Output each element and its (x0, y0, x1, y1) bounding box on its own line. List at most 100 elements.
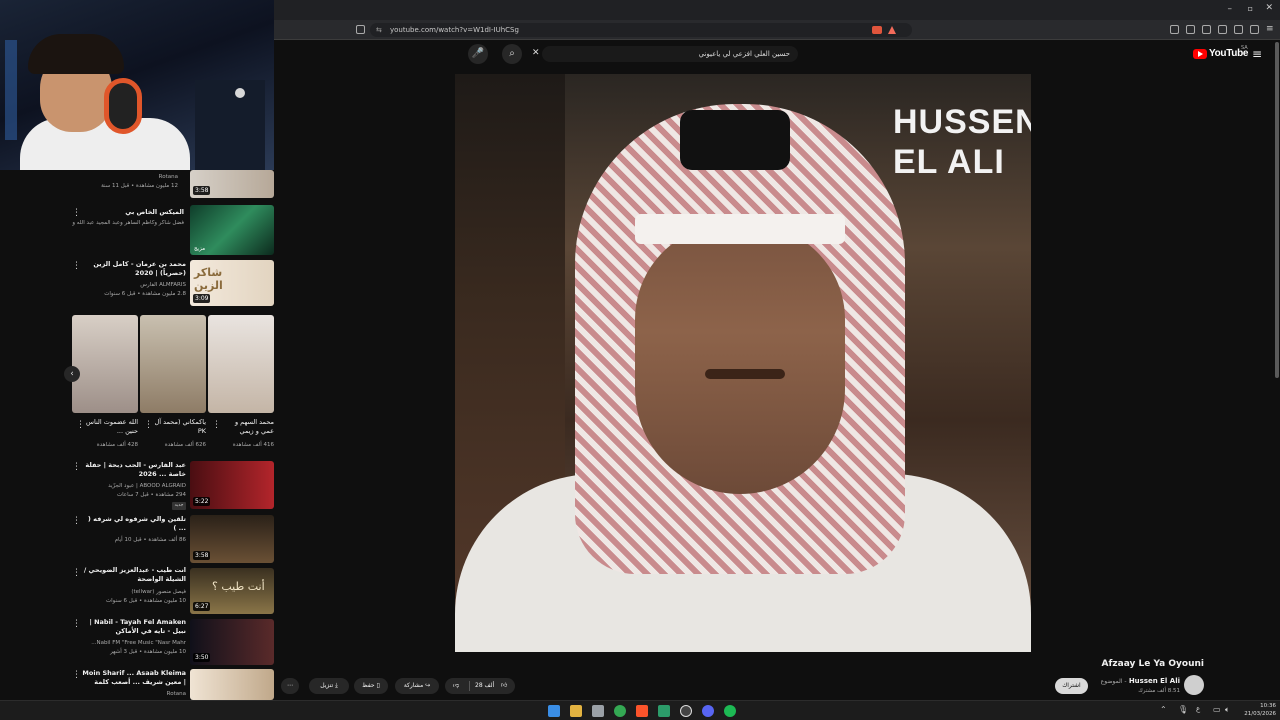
site-info-icon[interactable]: ⇆ (376, 23, 382, 37)
like-count[interactable]: 28 ألف (475, 678, 494, 694)
video-title[interactable]: Nabil - Tayah Fel Amaken | نبيل - تايه ف… (82, 618, 186, 636)
like-icon[interactable]: 👍︎ (501, 678, 507, 694)
dislike-icon[interactable]: 👎︎ (453, 678, 459, 694)
bookmark-save-icon: ▯ (376, 682, 380, 689)
short-menu-icon[interactable]: ⋮ (144, 420, 153, 430)
language-indicator[interactable]: ع (1196, 705, 1200, 713)
video-channel[interactable]: Nabil FM "Free Music "Nasr Mahr... (72, 639, 186, 647)
obs-icon[interactable] (680, 705, 692, 717)
save-button[interactable]: حفظ ▯ (354, 678, 388, 694)
video-channel[interactable]: ALMFARIS الفارس (82, 281, 186, 289)
store-icon[interactable] (592, 705, 604, 717)
network-icon[interactable]: ▭ (1213, 705, 1221, 714)
download-button[interactable]: تنزيل ⤓ (309, 678, 349, 694)
webcam-light (5, 40, 17, 140)
video-title[interactable]: محمد بن عرمان - كامل الزين (حصرياً) | 20… (82, 260, 186, 278)
page-scrollbar[interactable] (1275, 42, 1279, 378)
volume-icon[interactable]: 🔈︎ (1225, 705, 1230, 715)
file-explorer-icon[interactable] (570, 705, 582, 717)
video-menu-icon[interactable]: ⋮ (72, 516, 81, 526)
video-thumbnail[interactable]: 3:58 (190, 515, 274, 563)
tray-chevron-icon[interactable]: ⌃ (1160, 705, 1167, 714)
channel-name[interactable]: Hussen El Ali (1129, 677, 1180, 685)
short-thumbnail[interactable] (208, 315, 274, 413)
video-menu-icon[interactable]: ⋮ (72, 568, 81, 578)
video-title[interactable]: تلقين والي شرفوه لي شرفه ( ... ) (82, 515, 186, 533)
short-title[interactable]: محمد السهم و عمي و زيمي (220, 418, 274, 436)
short-thumbnail[interactable] (72, 315, 138, 413)
spotify-icon[interactable] (724, 705, 736, 717)
video-menu-icon[interactable]: ⋮ (72, 670, 81, 680)
webcam-hair (28, 34, 124, 74)
app-icon[interactable] (658, 705, 670, 717)
video-channel[interactable]: Rotana (82, 690, 186, 698)
webcam-background-object (195, 80, 265, 170)
short-thumbnail[interactable] (140, 315, 206, 413)
extension-icon[interactable] (1170, 25, 1179, 34)
video-thumbnail[interactable]: أنت طيب ؟ 6:27 (190, 568, 274, 614)
voice-search-button[interactable]: 🎤 (468, 44, 488, 64)
brave-shields-icon[interactable] (872, 26, 882, 34)
video-channel[interactable]: ABOOD ALGRAID | عبود الجرّيد (82, 482, 186, 490)
microphone-icon[interactable]: 🎙︎ (1178, 705, 1188, 714)
subscribe-button[interactable]: اشتراك (1055, 678, 1088, 694)
video-thumbnail[interactable]: 3:50 (190, 619, 274, 665)
video-overlay-title: HUSSEN EL ALI (893, 103, 1031, 181)
more-actions-button[interactable]: ⋯ (281, 678, 299, 694)
bookmark-icon[interactable] (356, 25, 365, 34)
restore-button[interactable]: ▫ (1248, 4, 1253, 13)
hamburger-menu-icon[interactable]: ≡ (1252, 47, 1262, 61)
channel-avatar[interactable] (1184, 675, 1204, 695)
video-duration: 5:22 (193, 497, 211, 506)
mix-badge: مزيج (194, 246, 206, 252)
search-input[interactable]: حسين العلي افزعي لي ياعيوني (542, 46, 798, 62)
sidebar-icon[interactable] (1202, 25, 1211, 34)
short-menu-icon[interactable]: ⋮ (76, 420, 85, 430)
short-menu-icon[interactable]: ⋮ (212, 420, 221, 430)
address-bar[interactable]: ⇆ youtube.com/watch?v=W1dI-IUhCSg (370, 23, 912, 37)
wallet-icon[interactable] (1218, 25, 1227, 34)
minimize-button[interactable]: – (1228, 4, 1233, 14)
webcam-overlay (0, 0, 274, 170)
brave-rewards-icon[interactable] (888, 26, 896, 34)
short-views: 428 ألف مشاهدة (96, 442, 138, 448)
video-thumbnail[interactable]: 5:22 (190, 461, 274, 509)
downloads-icon[interactable] (1234, 25, 1243, 34)
video-menu-icon[interactable]: ⋮ (72, 261, 81, 271)
clock[interactable]: 10:36 21/03/2026 (1240, 702, 1276, 718)
video-headband (635, 214, 845, 244)
video-frame[interactable]: HUSSEN EL ALI (455, 74, 1031, 652)
share-button[interactable]: مشاركة ↪ (395, 678, 439, 694)
windows-taskbar: ⌃ 🎙︎ ع ▭ 🔈︎ 10:36 21/03/2026 (0, 700, 1280, 720)
video-menu-icon[interactable]: ⋮ (72, 208, 81, 218)
mix-thumbnail[interactable]: مزيج (190, 205, 274, 255)
like-dislike-group: 👎︎ 28 ألف 👍︎ (445, 678, 515, 694)
short-title[interactable]: ياكمكاني (محمد آل PK (152, 418, 206, 436)
video-menu-icon[interactable]: ⋮ (72, 462, 81, 472)
short-title[interactable]: الله عضموت الناس حنين ... (84, 418, 138, 436)
discord-icon[interactable] (702, 705, 714, 717)
search-button[interactable]: ⌕ (502, 44, 522, 64)
video-channel[interactable]: فيصل منصور (tellwar) (82, 588, 186, 596)
video-title[interactable]: الميكس الخاص بي (82, 208, 184, 217)
video-thumbnail[interactable]: 3:58 (190, 170, 274, 198)
share-icon: ↪ (425, 682, 431, 689)
video-title[interactable]: عبد الفارس - الحب دبحة | حفلة خاصة ... 2… (82, 461, 186, 479)
brave-icon[interactable] (636, 705, 648, 717)
video-channel[interactable]: Rotana (80, 173, 178, 181)
video-thumbnail[interactable] (190, 669, 274, 700)
vpn-icon[interactable] (1250, 25, 1259, 34)
chrome-icon[interactable] (614, 705, 626, 717)
shorts-prev-button[interactable]: ‹ (64, 366, 80, 382)
clear-search-icon[interactable]: ✕ (532, 48, 540, 58)
video-title[interactable]: Moin Sharif ... Asaab Kleima | معين شريف… (82, 669, 186, 687)
menu-icon[interactable]: ≡ (1266, 24, 1274, 34)
video-title[interactable]: انت طيب - عبدالعزيز الضويحي / الشيلة الو… (82, 566, 186, 584)
music-icon[interactable] (1186, 25, 1195, 34)
video-menu-icon[interactable]: ⋮ (72, 619, 81, 629)
start-button-icon[interactable] (548, 705, 560, 717)
video-meta: 86 ألف مشاهدة • قبل 10 أيام (114, 537, 186, 543)
new-badge: جديد (172, 502, 186, 510)
close-window-button[interactable]: ✕ (1265, 3, 1273, 13)
video-thumbnail[interactable]: شاكر الزين 3:09 (190, 260, 274, 306)
